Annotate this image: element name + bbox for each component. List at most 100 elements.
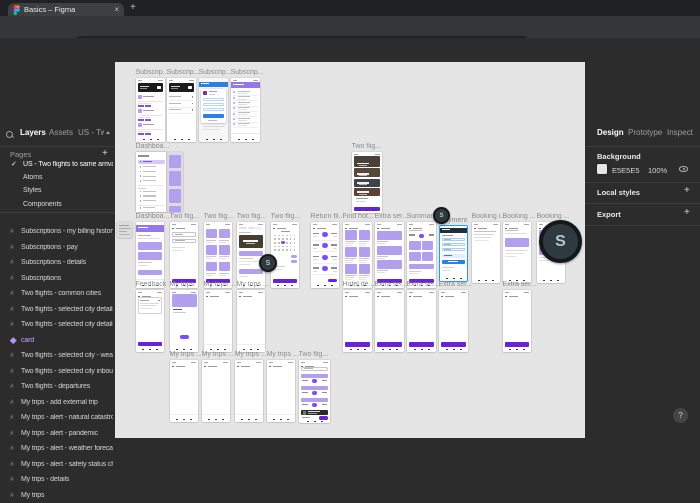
frame-label[interactable]: Two flig... [271, 213, 307, 221]
collaborator-avatar[interactable]: S [433, 207, 450, 224]
collaborator-avatar[interactable]: S [259, 254, 277, 272]
frame-label[interactable]: Two flig... [352, 143, 390, 151]
layer-row[interactable]: #Subscriptions - details [0, 256, 115, 271]
design-frame-booking[interactable] [503, 222, 531, 283]
design-frame-two-flig[interactable] [170, 222, 198, 288]
design-frame-my-trips[interactable] [235, 360, 263, 422]
browser-tab[interactable]: Basics – Figma × [8, 3, 124, 16]
layer-row[interactable]: #Subscriptions - my billing history [0, 225, 115, 240]
canvas[interactable]: Subscrip...Subscrip...Subscrip...Subscri… [115, 62, 585, 438]
frame-label[interactable]: My trips ... [170, 351, 206, 359]
page-switcher[interactable]: US - Tw... [78, 128, 104, 137]
tab-close-icon[interactable]: × [114, 6, 119, 14]
layer-row[interactable]: #My trips - alert - natural catastrop... [0, 411, 115, 426]
design-frame-extra-ser[interactable] [407, 290, 436, 352]
frame-label[interactable]: Two flig... [299, 351, 338, 359]
layer-row[interactable]: #My trips - alert - weather forecast [0, 442, 115, 457]
frame-label[interactable]: Extra ser... [439, 281, 476, 289]
visibility-eye-icon[interactable] [679, 166, 688, 172]
page-item[interactable]: ✓US - Two flights to same arrival [0, 158, 115, 171]
design-frame-subscrip[interactable] [136, 78, 165, 142]
layer-row[interactable]: #My trips - alert - pandemic [0, 426, 115, 441]
frame-label[interactable]: My trips [170, 281, 206, 289]
design-frame-return-fli[interactable] [311, 222, 339, 288]
frame-label[interactable]: Return fli... [311, 213, 347, 221]
design-frame-summar[interactable] [407, 222, 436, 288]
layer-row[interactable]: #Subscriptions [0, 271, 115, 286]
background-swatch[interactable] [597, 164, 607, 174]
design-frame-two-flig[interactable] [299, 360, 330, 423]
design-frame-my-trips[interactable] [237, 290, 265, 352]
frame-label[interactable]: Two flig... [170, 213, 206, 221]
tab-layers[interactable]: Layers [20, 128, 46, 137]
layer-row[interactable]: #My trips - alert - safety status cha... [0, 457, 115, 472]
frame-label[interactable]: Booking ... [537, 213, 573, 221]
design-frame-two-flig[interactable] [204, 222, 232, 288]
frame-label[interactable]: My trips ... [237, 281, 273, 289]
chevron-up-icon[interactable] [106, 131, 110, 134]
design-frame-extra-ser[interactable] [439, 290, 468, 352]
design-frame-my-trips[interactable] [170, 360, 198, 422]
frame-label[interactable]: Dashboa... [136, 213, 172, 221]
layer-row[interactable]: #Two flights - selected city details ... [0, 302, 115, 317]
layer-row[interactable]: #Two flights - selected city inboun... [0, 364, 115, 379]
design-frame-two-flig[interactable] [271, 222, 299, 288]
background-hex[interactable]: E5E5E5 [612, 166, 640, 175]
frame-label[interactable]: Feedback [136, 281, 172, 289]
add-export-icon[interactable]: + [684, 208, 690, 218]
design-frame-hotel-de[interactable] [343, 290, 372, 352]
design-frame-dashboa[interactable] [136, 152, 183, 212]
design-frame-dashboa[interactable] [136, 222, 164, 288]
frame-label[interactable]: Two flig... [237, 213, 273, 221]
page-item[interactable]: Atoms [0, 171, 115, 184]
layer-row[interactable]: #Subscriptions - pay [0, 240, 115, 255]
page-item[interactable]: Styles [0, 185, 115, 198]
design-frame-cropped[interactable] [117, 222, 132, 238]
design-frame-extra-ser[interactable] [375, 290, 404, 352]
design-frame-find-hot[interactable] [343, 222, 372, 288]
design-frame-my-trips[interactable] [204, 290, 232, 352]
layer-row[interactable]: #My trips [0, 488, 115, 503]
frame-label[interactable]: Two flig... [204, 213, 240, 221]
design-frame-payment[interactable] [440, 226, 467, 281]
layer-row[interactable]: #Two flights - selected city details [0, 318, 115, 333]
new-tab-button[interactable]: + [130, 2, 136, 13]
layer-row[interactable]: #Two flights - common cities [0, 287, 115, 302]
design-frame-subscrip[interactable] [199, 78, 228, 142]
frame-label[interactable]: Extra ser... [503, 281, 539, 289]
page-item[interactable]: Components [0, 198, 115, 211]
design-frame-subscrip[interactable] [167, 78, 196, 142]
design-frame-feedback[interactable] [136, 290, 164, 352]
design-frame-my-trips[interactable] [267, 360, 295, 422]
layer-row[interactable]: #My trips - add external trip [0, 395, 115, 410]
help-button[interactable]: ? [673, 408, 688, 423]
tab-inspect[interactable]: Inspect [667, 128, 693, 137]
frame-label[interactable]: Dashboa... [136, 143, 191, 151]
add-style-icon[interactable]: + [684, 186, 690, 196]
design-frame-my-trips[interactable] [202, 360, 230, 422]
design-frame-two-flig[interactable] [237, 222, 265, 288]
design-frame-extra-ser[interactable] [503, 290, 531, 352]
frame-label[interactable]: My trips ... [235, 351, 271, 359]
tab-design[interactable]: Design [597, 128, 624, 137]
design-frame-my-trips[interactable] [170, 290, 198, 352]
frame-label[interactable]: My trips ... [202, 351, 238, 359]
design-frame-booking-i[interactable] [472, 222, 500, 283]
design-frame-two-flig[interactable] [352, 152, 382, 213]
frame-label[interactable]: My trips ... [204, 281, 240, 289]
layer-row[interactable]: #Two flights - departures [0, 380, 115, 395]
thumb-shape [169, 155, 181, 168]
tab-assets[interactable]: Assets [49, 128, 73, 137]
frame-label[interactable]: Subscrip... [231, 69, 268, 77]
frame-label[interactable]: Booking ... [503, 213, 539, 221]
layer-row[interactable]: card [0, 333, 115, 348]
frame-label[interactable]: My trips ... [267, 351, 303, 359]
design-frame-extra-ser[interactable] [375, 222, 404, 288]
tab-prototype[interactable]: Prototype [628, 128, 662, 137]
layer-row[interactable]: #Two flights - selected city - weat... [0, 349, 115, 364]
thumb-shape [441, 342, 466, 347]
collaborator-avatar[interactable]: S [539, 220, 582, 263]
layer-row[interactable]: #My trips - details [0, 473, 115, 488]
background-opacity[interactable]: 100% [648, 166, 667, 175]
design-frame-subscrip[interactable] [231, 78, 260, 142]
